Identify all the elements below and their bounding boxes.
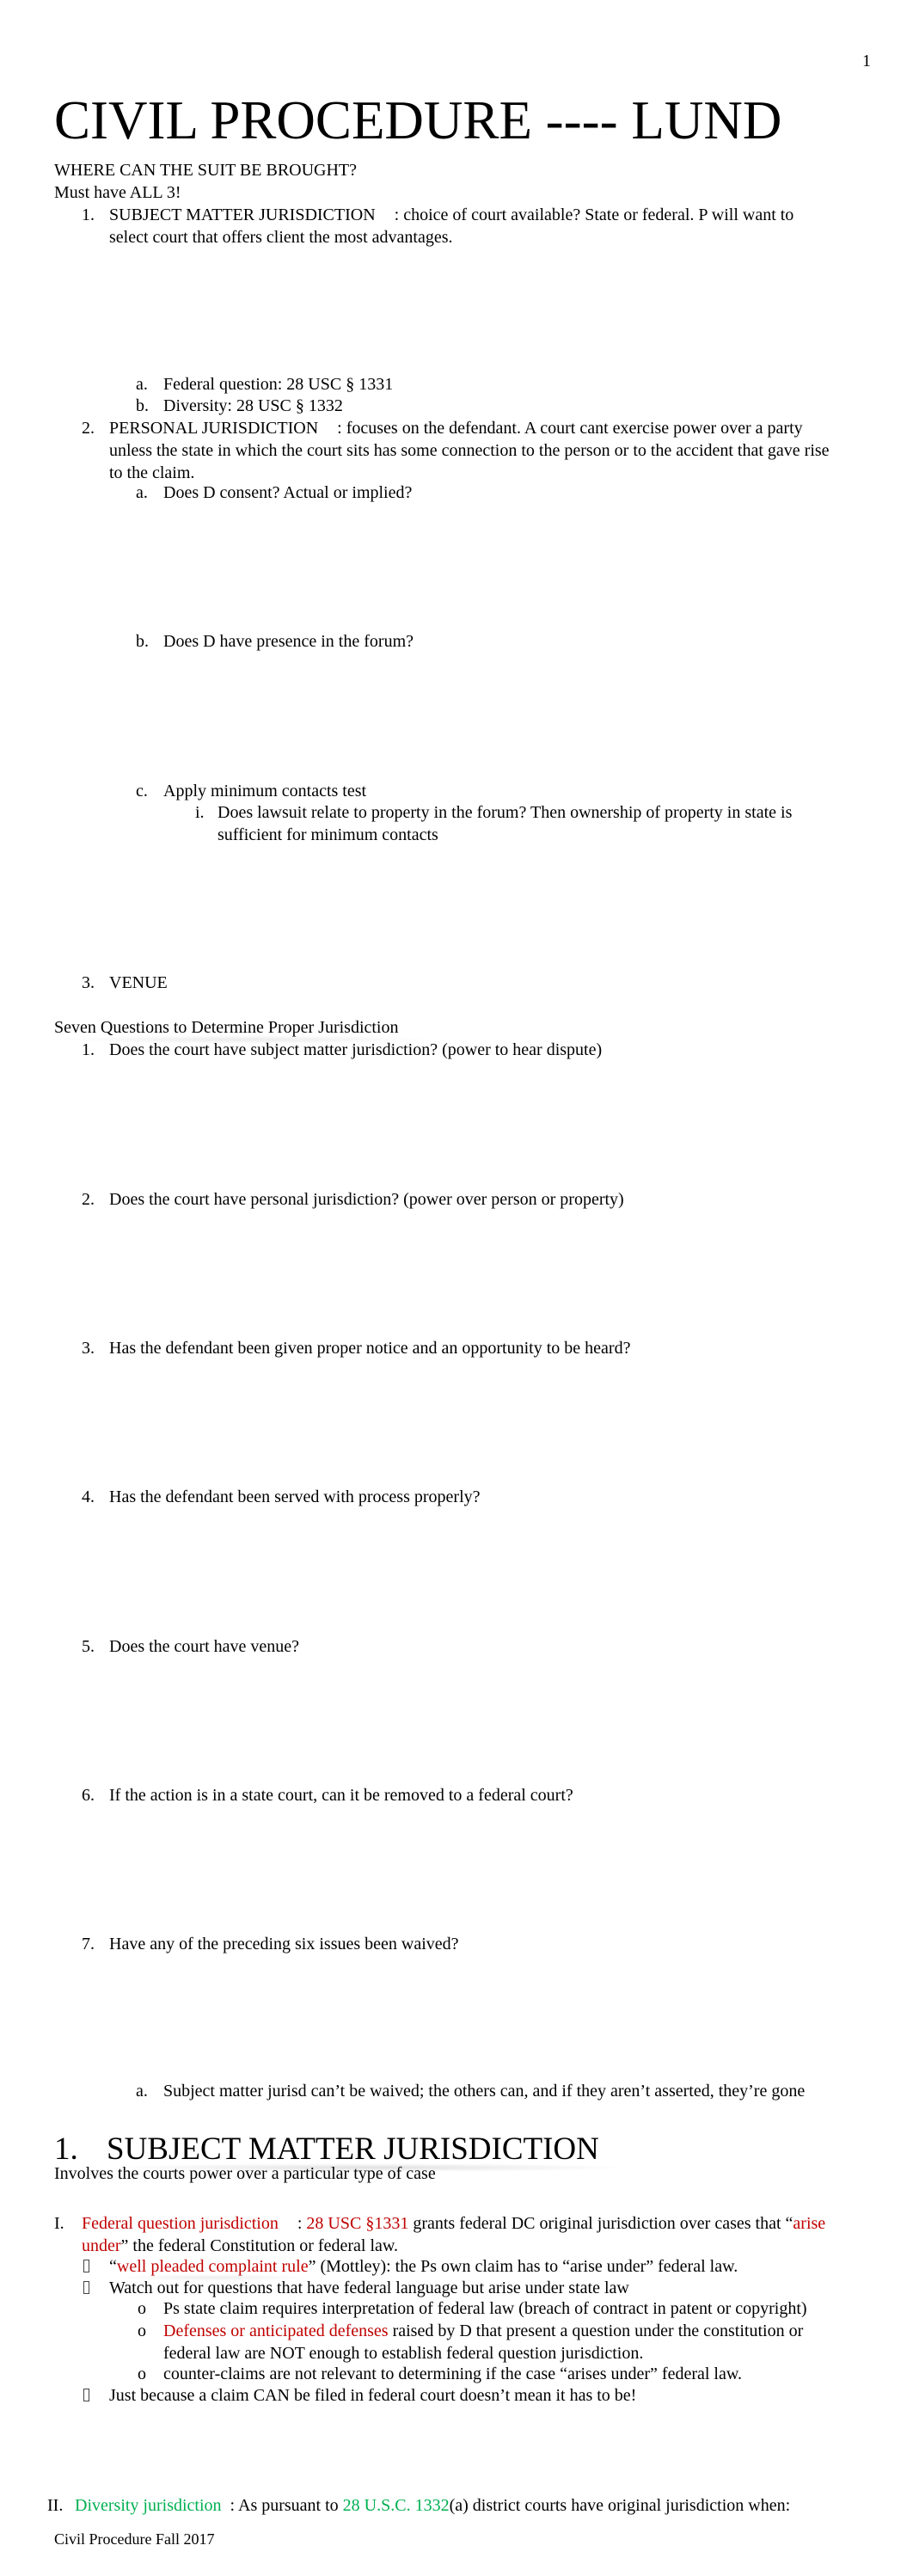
question-item: Does the court have subject matter juris… [109, 1040, 603, 1059]
arise-term: arise [793, 2214, 826, 2233]
question-number: 2. [82, 1190, 95, 1209]
sub-letter: b. [136, 632, 149, 651]
question-number: 7. [82, 1935, 95, 1953]
question-item: Does the court have venue? [109, 1637, 300, 1656]
question-number: 6. [82, 1786, 95, 1805]
intro-subheading: Must have ALL 3! [54, 183, 181, 202]
document-title: CIVIL PROCEDURE ---- LUND [54, 90, 782, 150]
requirement-label: VENUE [109, 973, 168, 992]
text: : As pursuant to [230, 2496, 343, 2515]
question-item: If the action is in a state court, can i… [109, 1786, 573, 1805]
sub-bullet-marker: o [138, 2364, 146, 2383]
sub-bullet-marker: o [138, 2299, 146, 2318]
question-item: Has the defendant been served with proce… [109, 1487, 481, 1506]
bullet-item: Watch out for questions that have federa… [109, 2279, 629, 2297]
question-number: 1. [82, 1040, 95, 1059]
question-item: Have any of the preceding six issues bee… [109, 1935, 459, 1953]
roman-numeral: II. [47, 2496, 64, 2515]
sub-item: Diversity: 28 USC § 1332 [163, 396, 343, 415]
requirement-label: PERSONAL JURISDICTION [109, 419, 319, 438]
bullet-icon [83, 2277, 89, 2299]
quote: “ [109, 2257, 117, 2276]
question-item: Has the defendant been given proper noti… [109, 1339, 631, 1358]
list-number: 2. [82, 419, 95, 438]
list-number: 3. [82, 973, 95, 992]
text: grants federal DC original jurisdiction … [408, 2214, 794, 2233]
federal-question-label: Federal question jurisdiction [82, 2214, 279, 2233]
defenses-term: Defenses or anticipated defenses [163, 2321, 389, 2340]
question-number: 3. [82, 1339, 95, 1358]
requirement-label: SUBJECT MATTER JURISDICTION [109, 205, 376, 224]
waiver-note: Subject matter jurisd can’t be waived; t… [163, 2082, 806, 2101]
sub-letter: a. [136, 483, 148, 502]
statute-citation: 28 U.S.C. 1332 [342, 2496, 450, 2515]
roman-numeral: i. [195, 803, 205, 822]
seven-questions-heading: Seven Questions to Determine Proper Juri… [54, 1018, 399, 1037]
sub-letter: a. [136, 375, 148, 394]
statute-citation: 28 USC §1331 [306, 2214, 409, 2233]
federal-question-line: under” the federal Constitution or feder… [82, 2235, 398, 2257]
sub-item: Federal question: 28 USC § 1331 [163, 375, 394, 394]
sub-item: Does D consent? Actual or implied? [163, 483, 413, 502]
sub-sub-item: Does lawsuit relate to property in the f… [218, 803, 793, 822]
well-pleaded-rule: well pleaded complaint rule [116, 2257, 309, 2276]
requirement-text: select court that offers client the most… [109, 228, 453, 247]
text: raised by D that present a question unde… [388, 2321, 804, 2340]
diversity-line: Diversity jurisdiction : As pursuant to 2… [75, 2494, 790, 2517]
requirement-text: : focuses on the defendant. A court cant… [337, 419, 803, 438]
requirement-text: : choice of court available? State or fe… [394, 205, 794, 224]
sub-bullet-item: federal law are NOT enough to establish … [163, 2344, 644, 2363]
list-number: 1. [82, 205, 95, 224]
page-footer: Civil Procedure Fall 2017 [54, 2530, 215, 2548]
text: (a) district courts have original jurisd… [449, 2496, 791, 2515]
sub-bullet-item: Defenses or anticipated defenses raised … [163, 2320, 803, 2342]
question-item: Does the court have personal jurisdictio… [109, 1190, 624, 1209]
sub-item: Does D have presence in the forum? [163, 632, 414, 651]
bullet-item: Just because a claim CAN be filed in fed… [109, 2386, 637, 2405]
sub-letter: c. [136, 782, 148, 800]
sub-item: Apply minimum contacts test [163, 782, 367, 800]
page-number: 1 [862, 52, 871, 71]
bullet-item: “well pleaded complaint rule” (Mottley):… [109, 2255, 738, 2278]
text: ” the federal Constitution or federal la… [120, 2236, 399, 2255]
text: ” (Mottley): the Ps own claim has to “ar… [308, 2257, 738, 2276]
sub-sub-item: sufficient for minimum contacts [218, 825, 438, 844]
bullet-icon [83, 2255, 89, 2278]
under-term: under [82, 2236, 121, 2255]
sub-bullet-item: Ps state claim requires interpretation o… [163, 2299, 807, 2318]
sub-bullet-marker: o [138, 2321, 146, 2340]
colon: : [297, 2214, 307, 2233]
sub-letter: a. [136, 2082, 148, 2101]
question-number: 5. [82, 1637, 95, 1656]
section-intro: Involves the courts power over a particu… [54, 2164, 436, 2183]
sub-letter: b. [136, 396, 149, 415]
question-number: 4. [82, 1487, 95, 1506]
section-title: SUBJECT MATTER JURISDICTION [107, 2131, 599, 2167]
roman-numeral: I. [54, 2214, 64, 2233]
requirement-text: unless the state in which the court sits… [109, 441, 830, 460]
bullet-icon [83, 2384, 89, 2407]
federal-question-line: Federal question jurisdiction: 28 USC §1… [82, 2212, 825, 2235]
diversity-label: Diversity jurisdiction [75, 2496, 222, 2515]
sub-bullet-item: counter-claims are not relevant to deter… [163, 2364, 742, 2383]
intro-heading: WHERE CAN THE SUIT BE BROUGHT? [54, 161, 358, 180]
